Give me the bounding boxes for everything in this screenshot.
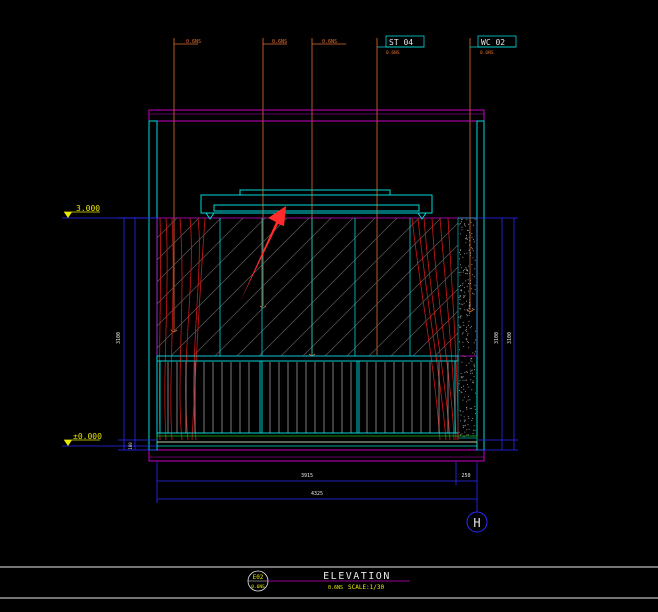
- dim-left-height: 3100: [116, 332, 122, 344]
- dim-right-height: 3100: [494, 332, 500, 344]
- drawing-title: ELEVATION: [323, 571, 391, 582]
- wc-tag-sub: 0.6NS: [480, 50, 494, 56]
- st-tag-sub: 0.6NS: [386, 50, 400, 56]
- level-bottom-label: ±0.000: [73, 432, 102, 441]
- dim-left-base: 100: [128, 442, 133, 450]
- title-badge-bottom: 0.6NS: [251, 584, 265, 590]
- wc-tag-label: WC 02: [481, 38, 505, 47]
- drawing-scale: SCALE:1/30: [348, 584, 385, 591]
- callout-label-2: 0.6NS: [272, 39, 287, 45]
- callout-label-1: 0.6NS: [186, 39, 201, 45]
- drawing-subtitle: 0.6NS: [328, 585, 343, 591]
- dim-bottom-side: 250: [461, 473, 470, 479]
- st-tag-label: ST 04: [389, 38, 413, 47]
- dim-right-height-2: 3100: [507, 332, 513, 344]
- grid-marker-letter: H: [473, 516, 480, 530]
- level-top-label: 3.000: [76, 204, 100, 213]
- dim-bottom-total: 4325: [311, 491, 323, 497]
- elevation-drawing: 0.6NS 0.6NS 0.6NS ST 04 0.6NS WC 02 0.6N…: [0, 0, 658, 612]
- dim-bottom-main: 3915: [301, 473, 313, 479]
- callout-label-3: 0.6NS: [322, 39, 337, 45]
- title-badge-top: E02: [253, 574, 264, 581]
